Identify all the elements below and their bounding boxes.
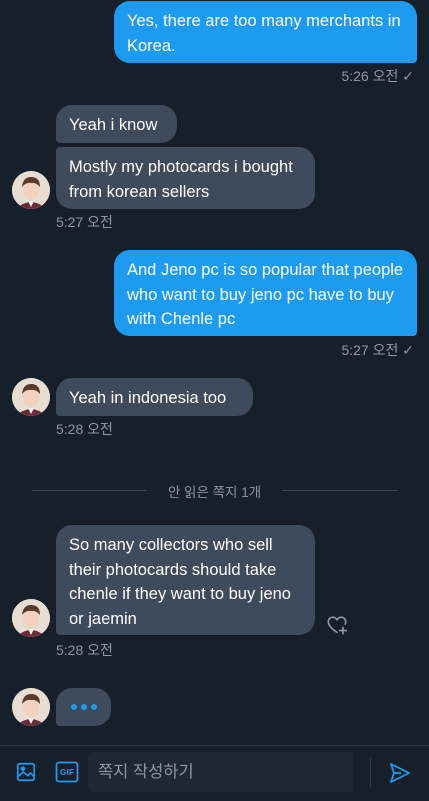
incoming-message-bubble[interactable]: Mostly my photocards i bought from korea…	[56, 147, 315, 209]
unread-divider-label: 안 읽은 쪽지 1개	[167, 485, 262, 500]
message-text: Yes, there are too many merchants in Kor…	[127, 12, 401, 55]
message-timestamp: 5:28 오전	[56, 642, 113, 658]
incoming-message-bubble[interactable]: Yeah i know	[56, 105, 177, 143]
message-input-wrapper	[88, 752, 353, 792]
message-text: Yeah i know	[69, 116, 158, 134]
outgoing-message-bubble[interactable]: Yes, there are too many merchants in Kor…	[114, 1, 417, 63]
message-text: So many collectors who sell their photoc…	[69, 536, 291, 628]
message-timestamp: 5:28 오전	[56, 421, 113, 437]
message-timestamp: 5:27 오전 ✓	[341, 342, 414, 358]
message-composer: GIF	[0, 745, 429, 801]
message-text: Yeah in indonesia too	[69, 389, 227, 407]
image-icon[interactable]	[14, 760, 38, 784]
message-timestamp: 5:26 오전 ✓	[341, 68, 414, 84]
unread-divider: 안 읽은 쪽지 1개	[32, 485, 397, 500]
incoming-message-bubble[interactable]: So many collectors who sell their photoc…	[56, 525, 315, 635]
avatar[interactable]	[12, 171, 50, 209]
send-icon[interactable]	[387, 760, 413, 786]
message-text: Mostly my photocards i bought from korea…	[69, 158, 293, 201]
gif-label: GIF	[59, 767, 75, 777]
typing-indicator-icon	[56, 688, 111, 726]
outgoing-message-bubble[interactable]: And Jeno pc is so popular that people wh…	[114, 250, 417, 336]
avatar[interactable]	[12, 378, 50, 416]
message-timestamp: 5:27 오전	[56, 214, 113, 230]
read-check-icon: ✓	[402, 68, 414, 84]
read-check-icon: ✓	[402, 342, 414, 358]
gif-icon[interactable]: GIF	[55, 761, 79, 783]
composer-separator	[370, 758, 371, 788]
heart-plus-icon[interactable]	[325, 613, 349, 637]
message-text: And Jeno pc is so popular that people wh…	[127, 261, 404, 328]
incoming-message-bubble[interactable]: Yeah in indonesia too	[56, 378, 253, 416]
avatar[interactable]	[12, 599, 50, 637]
avatar[interactable]	[12, 688, 50, 726]
message-input[interactable]	[88, 752, 348, 792]
